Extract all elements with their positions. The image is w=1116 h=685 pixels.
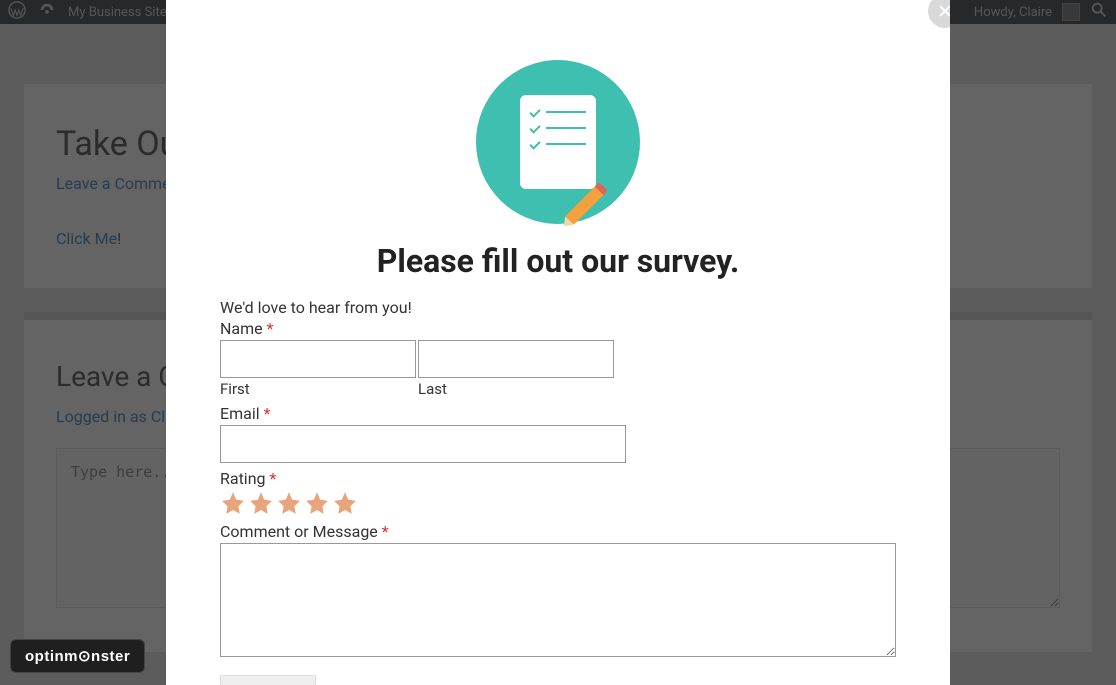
submit-button[interactable]: Submit (220, 675, 316, 685)
comment-label: Comment or Message (220, 522, 382, 541)
email-label: Email (220, 404, 264, 423)
modal-intro: We'd love to hear from you! (220, 298, 896, 317)
close-icon[interactable] (928, 0, 950, 28)
star-4[interactable] (304, 490, 330, 516)
first-sublabel: First (220, 378, 416, 398)
required-mark: * (269, 469, 276, 488)
last-sublabel: Last (418, 378, 614, 398)
survey-modal: Please fill out our survey. We'd love to… (166, 0, 950, 685)
required-mark: * (264, 404, 271, 423)
star-3[interactable] (276, 490, 302, 516)
first-name-input[interactable] (220, 340, 416, 378)
rating-stars (220, 490, 896, 516)
name-label: Name (220, 319, 267, 338)
required-mark: * (267, 319, 274, 338)
survey-icon (476, 60, 640, 224)
star-2[interactable] (248, 490, 274, 516)
optinmonster-badge[interactable]: optinm⊙nster (10, 639, 145, 673)
star-5[interactable] (332, 490, 358, 516)
message-textarea[interactable] (220, 543, 896, 657)
rating-label: Rating (220, 469, 269, 488)
required-mark: * (382, 522, 389, 541)
modal-title: Please fill out our survey. (220, 242, 896, 280)
last-name-input[interactable] (418, 340, 614, 378)
email-input[interactable] (220, 425, 626, 463)
star-1[interactable] (220, 490, 246, 516)
